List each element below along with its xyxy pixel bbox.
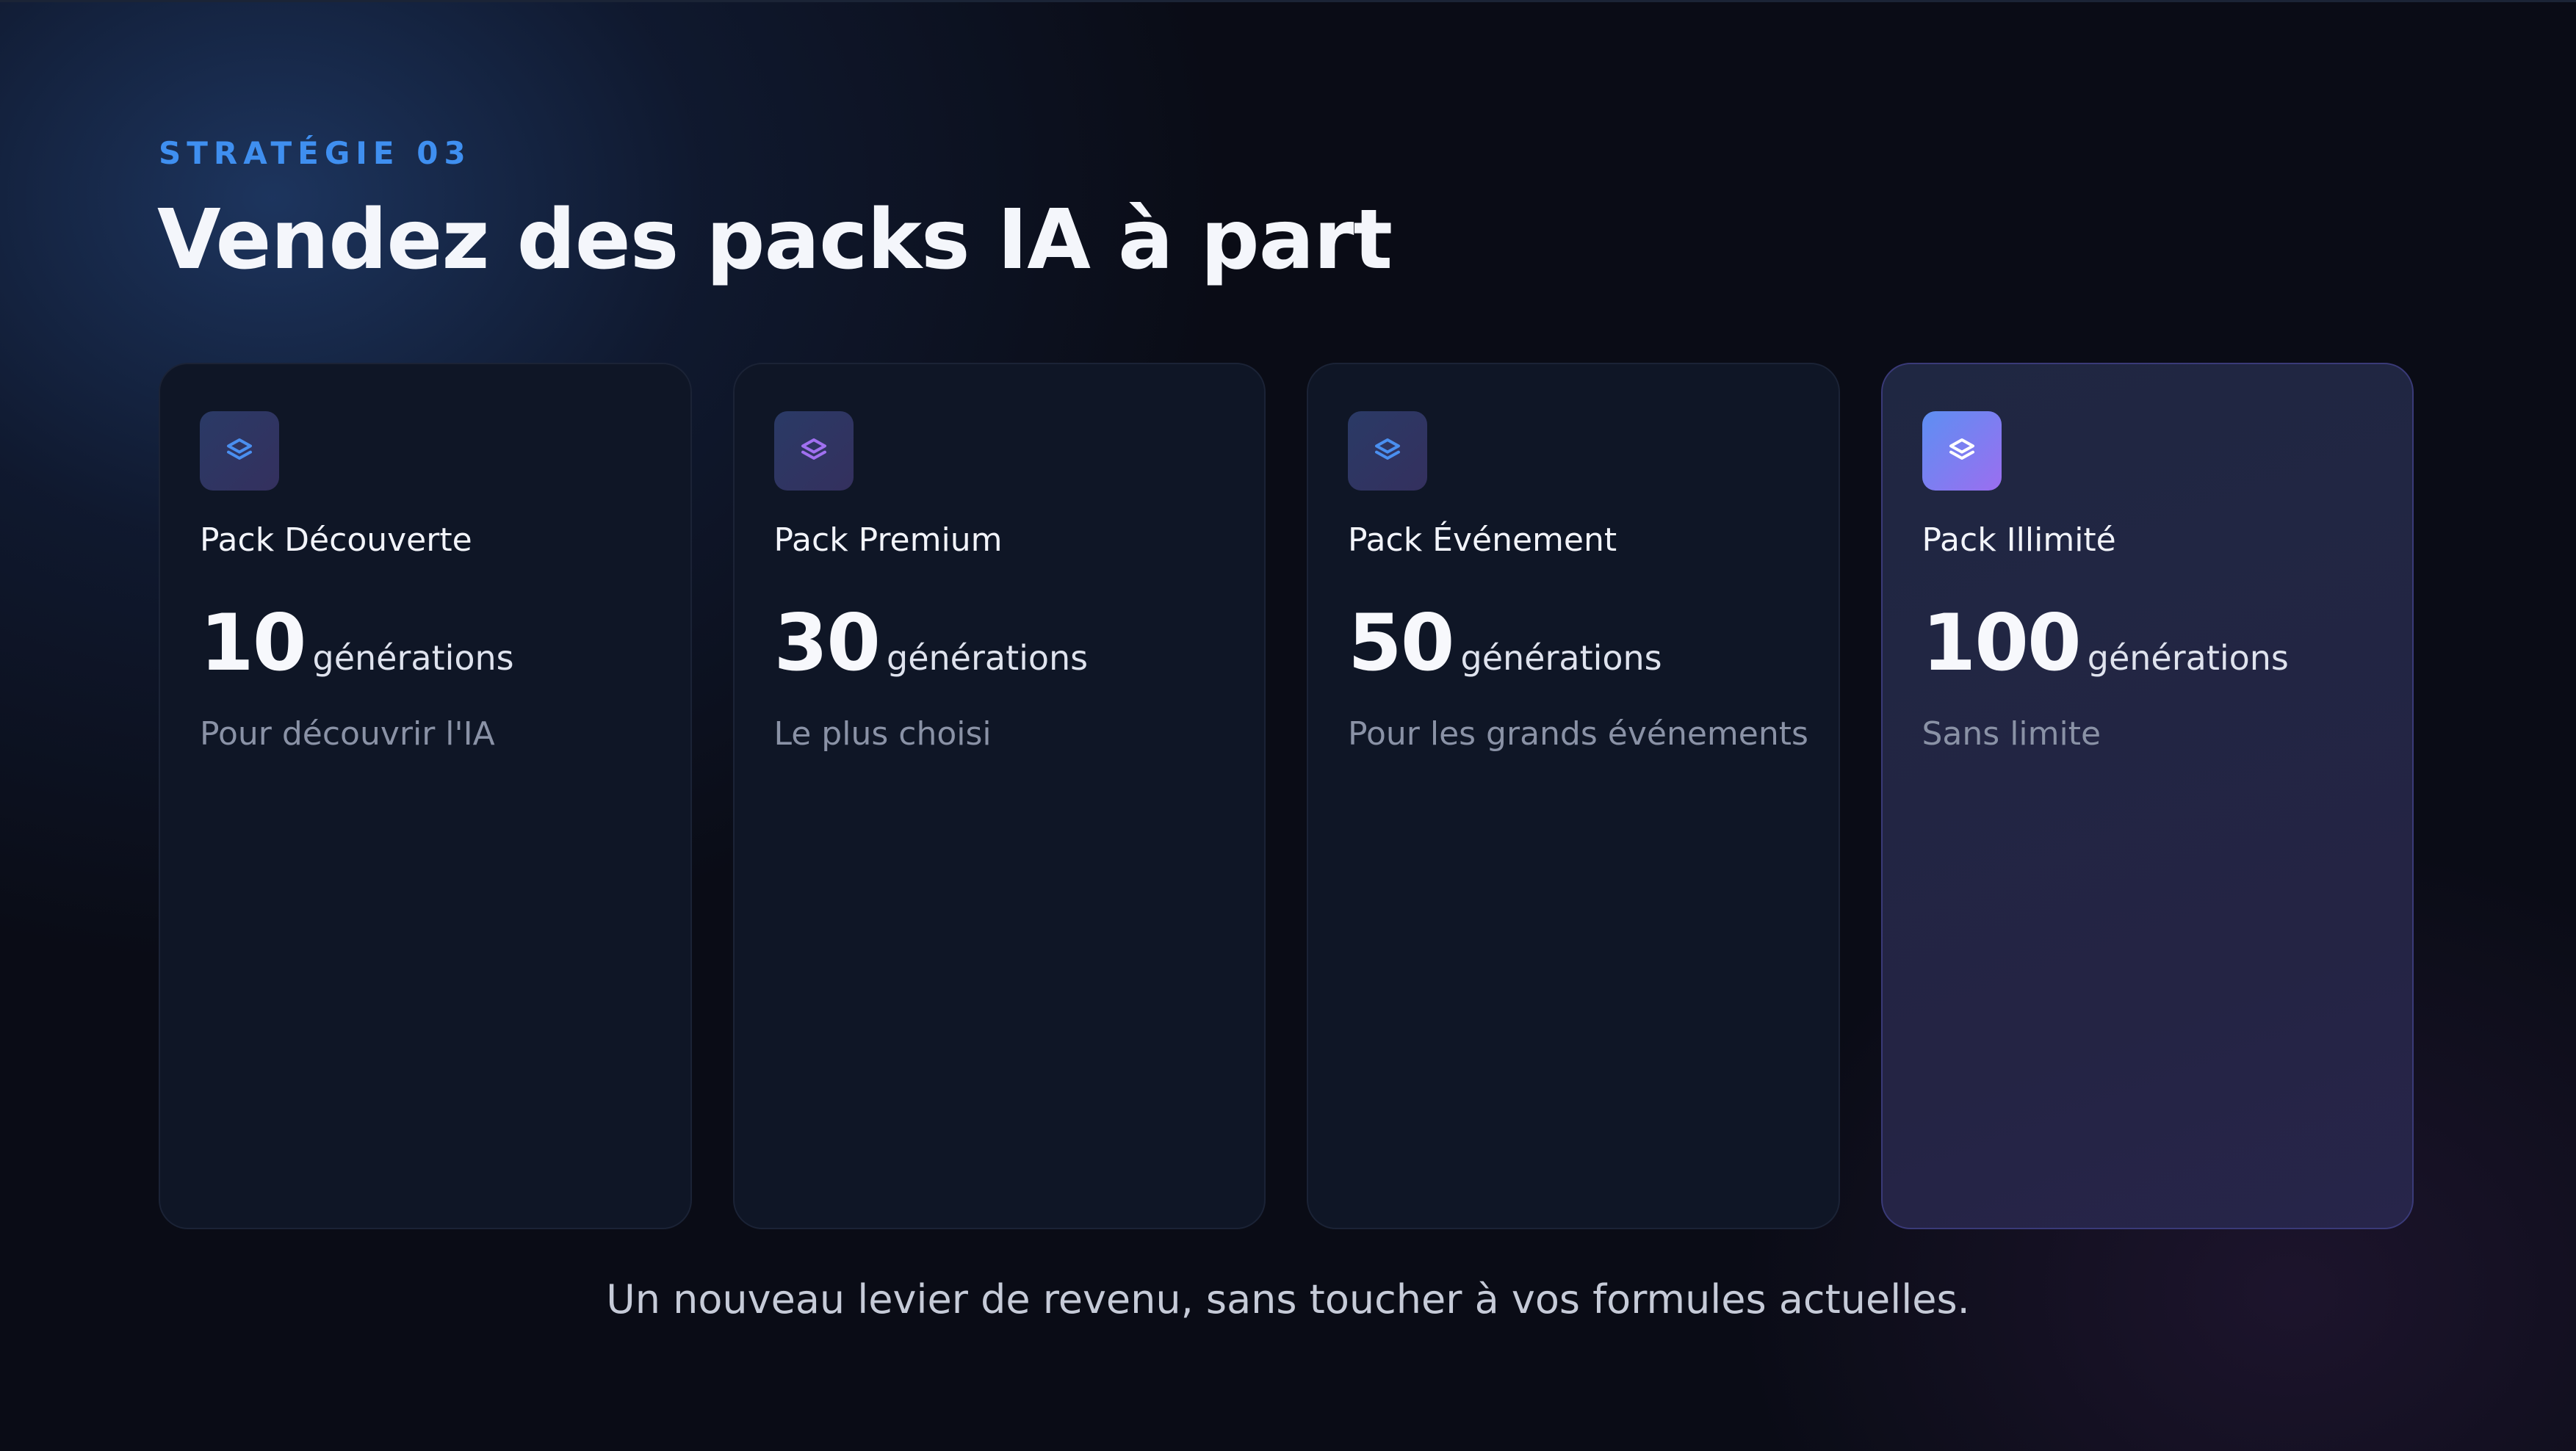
pack-amount: 10 générations — [200, 598, 514, 688]
pack-icon-box — [200, 411, 279, 491]
pack-icon-box — [773, 411, 854, 491]
pack-subtitle: Pour découvrir l'IA — [200, 715, 495, 753]
pack-generation-unit: générations — [312, 638, 514, 678]
pack-generation-unit: générations — [1460, 638, 1662, 678]
pack-card-premium: Pack Premium 30 générations Le plus chois… — [732, 363, 1266, 1229]
pack-name: Pack Événement — [1348, 521, 1617, 559]
pack-amount: 100 générations — [1922, 598, 2289, 688]
pack-generation-unit: générations — [887, 638, 1089, 678]
top-border — [0, 0, 2576, 2]
slide-footer-tagline: Un nouveau levier de revenu, sans touche… — [606, 1276, 1970, 1322]
pack-amount: 30 générations — [774, 598, 1089, 688]
pack-generation-unit: générations — [2087, 638, 2289, 678]
pack-generation-count: 30 — [773, 598, 881, 688]
layers-icon — [801, 438, 826, 460]
pack-generation-count: 10 — [200, 598, 307, 688]
pack-generation-count: 50 — [1348, 598, 1455, 688]
pack-name: Pack Découverte — [200, 521, 472, 559]
pack-name: Pack Illimité — [1922, 521, 2116, 559]
layers-icon — [1949, 438, 1974, 460]
pack-icon-box — [1922, 411, 2002, 491]
pack-card-decouverte: Pack Découverte 10 générations Pour décou… — [159, 363, 692, 1229]
pack-name: Pack Premium — [773, 521, 1003, 559]
section-eyebrow: STRATÉGIE 03 — [159, 135, 472, 171]
pack-amount: 50 générations — [1348, 598, 1662, 688]
pack-subtitle: Le plus choisi — [773, 715, 992, 753]
pack-subtitle: Pour les grands événements — [1348, 715, 1808, 753]
layers-icon — [1375, 438, 1400, 460]
pack-generation-count: 100 — [1922, 598, 2082, 688]
pack-subtitle: Sans limite — [1922, 715, 2101, 753]
pack-card-illimite: Pack Illimité 100 générations Sans limite — [1880, 363, 2414, 1229]
layers-icon — [227, 438, 252, 460]
slide-title: Vendez des packs IA à part — [157, 192, 1393, 288]
pack-card-evenement: Pack Événement 50 générations Pour les gr… — [1307, 363, 1840, 1229]
pack-icon-box — [1348, 411, 1427, 491]
pack-cards: Pack Découverte 10 générations Pour décou… — [159, 363, 2414, 1229]
